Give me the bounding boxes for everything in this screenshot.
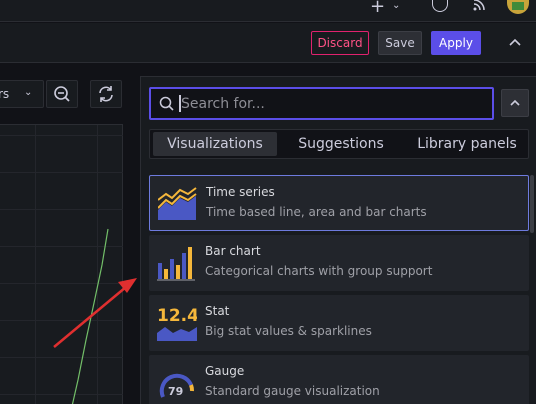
- save-button[interactable]: Save: [378, 31, 422, 55]
- search-input[interactable]: Search for...: [149, 87, 494, 120]
- series-line: [71, 228, 109, 404]
- viz-description: Categorical charts with group support: [205, 264, 433, 278]
- chevron-up-icon[interactable]: [507, 35, 523, 51]
- tab-visualizations[interactable]: Visualizations: [153, 132, 277, 156]
- zoom-out-button[interactable]: [46, 80, 78, 108]
- panel-edit-toolbar: Discard Save Apply: [0, 23, 536, 63]
- viz-card-time-series[interactable]: Time series Time based line, area and ba…: [149, 175, 529, 231]
- viz-card-bar-chart[interactable]: Bar chart Categorical charts with group …: [149, 235, 529, 291]
- viz-description: Time based line, area and bar charts: [206, 205, 427, 219]
- tab-library-panels[interactable]: Library panels: [407, 132, 527, 156]
- viz-title: Time series: [206, 185, 275, 199]
- apply-button[interactable]: Apply: [431, 31, 481, 55]
- collapse-button[interactable]: [501, 89, 529, 117]
- viz-title: Stat: [205, 304, 230, 318]
- refresh-button[interactable]: [90, 80, 122, 108]
- viz-card-gauge[interactable]: 79 Gauge Standard gauge visualization: [149, 355, 529, 404]
- refresh-icon: [99, 86, 113, 102]
- panel-preview-area: rs ⌄: [0, 64, 130, 404]
- chevron-down-icon[interactable]: ⌄: [392, 0, 400, 11]
- viz-description: Big stat values & sparklines: [205, 324, 372, 338]
- help-icon[interactable]: [432, 0, 448, 12]
- viz-title: Bar chart: [205, 244, 261, 258]
- gauge-icon-value: 79: [168, 385, 183, 398]
- news-feed-icon[interactable]: [472, 0, 486, 12]
- bar-chart-icon: [157, 247, 195, 281]
- discard-button[interactable]: Discard: [311, 31, 369, 55]
- picker-tabs: Visualizations Suggestions Library panel…: [149, 129, 529, 159]
- search-icon: [159, 96, 174, 111]
- tab-suggestions[interactable]: Suggestions: [286, 132, 396, 156]
- time-series-preview-panel: [0, 124, 123, 404]
- stat-icon: 12.4: [157, 306, 197, 341]
- time-range-picker[interactable]: rs ⌄: [0, 80, 44, 108]
- viz-title: Gauge: [205, 364, 245, 378]
- chevron-down-icon: ⌄: [24, 87, 33, 98]
- visualization-list: Time series Time based line, area and ba…: [149, 175, 529, 404]
- gauge-icon: 79: [159, 373, 195, 398]
- time-range-label: rs: [0, 87, 10, 101]
- viz-card-stat[interactable]: 12.4 Stat Big stat values & sparklines: [149, 295, 529, 351]
- add-icon[interactable]: +: [370, 0, 385, 17]
- chevron-up-icon: [510, 99, 520, 106]
- visualization-picker: Search for... Visualizations Suggestions…: [140, 76, 536, 404]
- viz-description: Standard gauge visualization: [205, 384, 380, 398]
- time-series-icon: [158, 187, 197, 220]
- user-avatar[interactable]: [507, 0, 529, 14]
- search-placeholder: Search for...: [181, 96, 265, 112]
- stat-icon-value: 12.4: [157, 306, 197, 326]
- zoom-out-icon: [54, 86, 70, 102]
- list-scrollbar[interactable]: [530, 175, 534, 233]
- top-nav-bar: + ⌄: [0, 0, 536, 22]
